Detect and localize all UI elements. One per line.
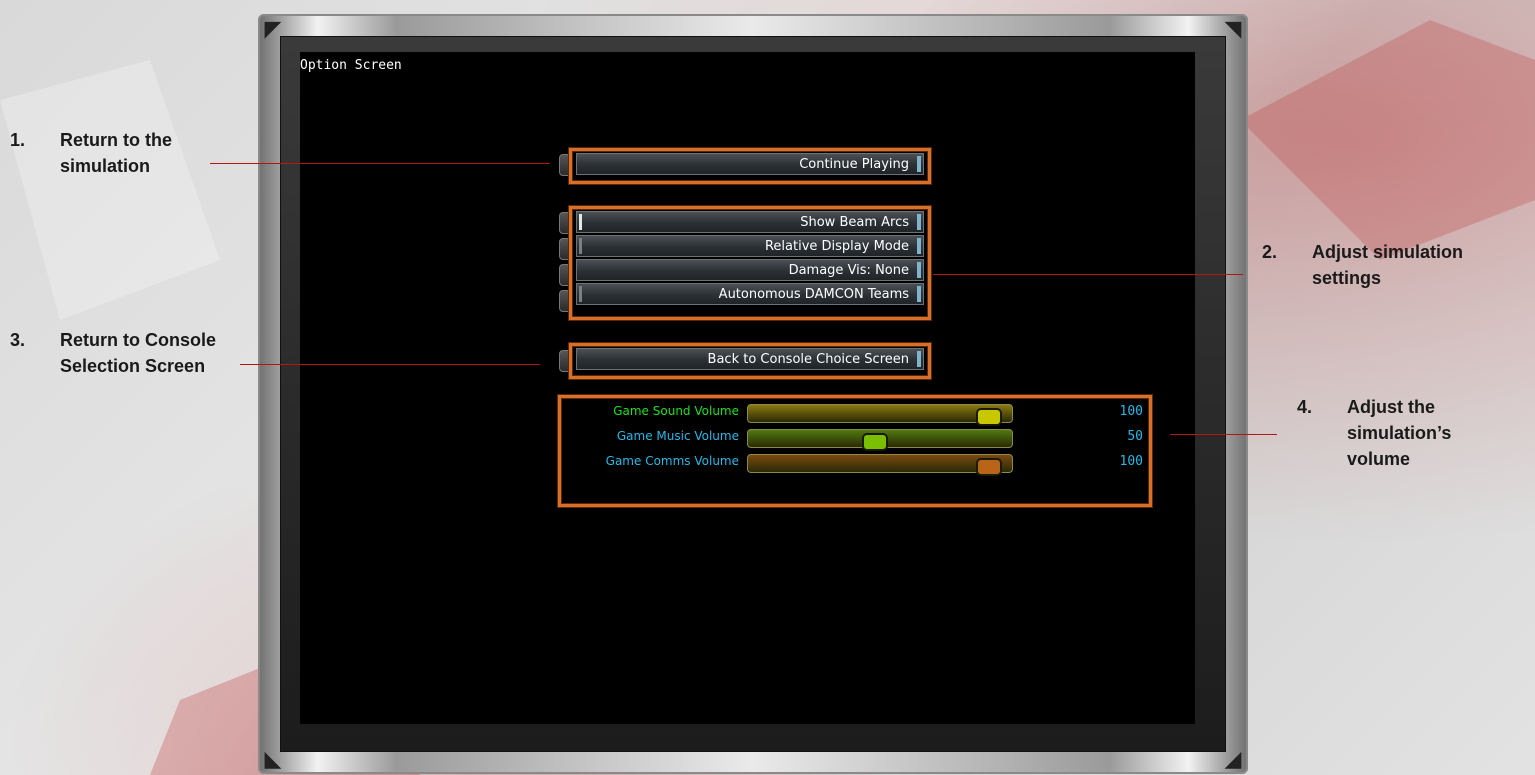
corner-arrow-icon: ◥	[1224, 16, 1242, 41]
button-cap	[917, 286, 921, 302]
screen-title: Option Screen	[300, 58, 402, 73]
continue-box: Continue Playing	[569, 148, 931, 184]
back-to-console-button[interactable]: Back to Console Choice Screen	[576, 348, 924, 370]
annotation-line	[240, 364, 540, 365]
annotation-text: Return to the	[60, 130, 172, 150]
relative-display-mode-label: Relative Display Mode	[764, 239, 909, 254]
volume-label: Game Comms Volume	[605, 454, 739, 468]
annotation-text: Selection Screen	[60, 356, 206, 376]
button-cap	[917, 262, 921, 278]
toggle-indicator	[579, 286, 582, 302]
volume-row-sound: Game Sound Volume 100	[561, 402, 1149, 426]
annotation-number: 4.	[1297, 397, 1313, 417]
comms-volume-slider[interactable]	[747, 454, 1013, 476]
annotation-text: volume	[1347, 449, 1411, 469]
volume-row-comms: Game Comms Volume 100	[561, 452, 1149, 476]
annotation-number: 2.	[1262, 242, 1278, 262]
slider-knob[interactable]	[862, 433, 888, 451]
corner-arrow-icon: ◤	[264, 16, 282, 41]
autonomous-damcon-button[interactable]: Autonomous DAMCON Teams	[576, 283, 924, 305]
volume-panel: Game Sound Volume 100 Game Music Volume …	[558, 395, 1152, 507]
button-cap	[917, 214, 921, 230]
volume-value: 100	[1119, 454, 1143, 469]
autonomous-damcon-label: Autonomous DAMCON Teams	[718, 287, 909, 302]
toggle-indicator	[579, 238, 582, 254]
music-volume-slider[interactable]	[747, 429, 1013, 451]
volume-label: Game Music Volume	[616, 429, 739, 443]
show-beam-arcs-button[interactable]: Show Beam Arcs	[576, 211, 924, 233]
option-screen: Option Screen Continue Playing Show Beam…	[300, 52, 1195, 724]
annotation-line	[210, 163, 550, 164]
annotation-number: 1.	[10, 130, 26, 150]
volume-value: 50	[1127, 429, 1143, 444]
annotation-4: 4. Adjust the simulation’s volume	[1297, 394, 1451, 472]
annotation-text: settings	[1312, 268, 1382, 288]
annotation-number: 3.	[10, 330, 26, 350]
button-cap	[917, 351, 921, 367]
annotation-1: 1. Return to the simulation	[10, 127, 172, 179]
sound-volume-slider[interactable]	[747, 404, 1013, 426]
annotation-3: 3. Return to Console Selection Screen	[10, 327, 216, 379]
annotation-line	[1170, 434, 1277, 435]
annotation-text: Adjust simulation	[1312, 242, 1464, 262]
relative-display-mode-button[interactable]: Relative Display Mode	[576, 235, 924, 257]
corner-arrow-icon: ◣	[264, 746, 282, 771]
annotation-line	[933, 274, 1243, 275]
annotation-text: Adjust the	[1347, 397, 1435, 417]
corner-arrow-icon: ◢	[1224, 746, 1242, 771]
button-cap	[917, 238, 921, 254]
annotation-text: Return to Console	[60, 330, 216, 350]
button-cap	[917, 156, 921, 172]
volume-value: 100	[1119, 404, 1143, 419]
slider-knob[interactable]	[976, 458, 1002, 476]
back-box: Back to Console Choice Screen	[569, 343, 931, 379]
volume-label: Game Sound Volume	[613, 404, 739, 418]
back-to-console-label: Back to Console Choice Screen	[707, 352, 909, 367]
continue-playing-button[interactable]: Continue Playing	[576, 153, 924, 175]
show-beam-arcs-label: Show Beam Arcs	[800, 215, 909, 230]
toggle-indicator	[579, 214, 582, 230]
annotation-2: 2. Adjust simulation settings	[1262, 239, 1463, 291]
volume-row-music: Game Music Volume 50	[561, 427, 1149, 451]
damage-vis-button[interactable]: Damage Vis: None	[576, 259, 924, 281]
slider-knob[interactable]	[976, 408, 1002, 426]
annotation-text: simulation	[60, 156, 151, 176]
damage-vis-label: Damage Vis: None	[788, 263, 909, 278]
settings-box: Show Beam Arcs Relative Display Mode Dam…	[569, 206, 931, 320]
continue-playing-label: Continue Playing	[799, 157, 909, 172]
annotation-text: simulation’s	[1347, 423, 1452, 443]
